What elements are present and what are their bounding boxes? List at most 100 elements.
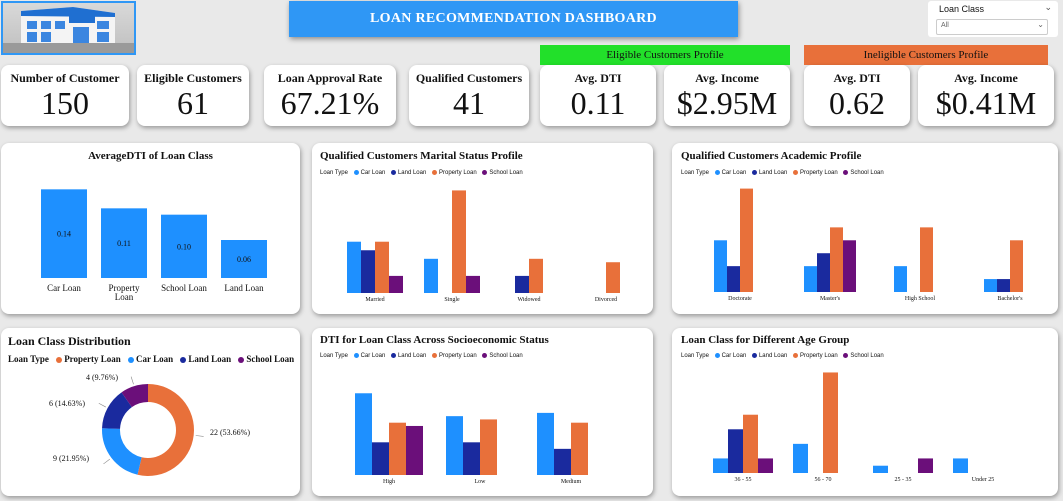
kpi-value: $0.41M	[935, 85, 1037, 121]
x-tick-label: Loan	[115, 292, 134, 302]
bar	[918, 458, 933, 473]
kpi-ineligible-avg-dti: Avg. DTI 0.62	[804, 65, 910, 126]
slicer-value: All	[941, 22, 949, 29]
company-logo	[1, 1, 136, 55]
leader-line	[103, 458, 111, 465]
kpi-label: Avg. DTI	[574, 71, 622, 85]
bar	[389, 275, 403, 293]
bar	[830, 227, 843, 292]
age-group-card: Loan Class for Different Age Group Loan …	[672, 328, 1058, 496]
kpi-eligible-avg-dti: Avg. DTI 0.11	[540, 65, 656, 126]
slicer-dropdown[interactable]: All ⌄	[936, 19, 1048, 35]
bar	[463, 442, 480, 475]
kpi-eligible-customers: Eligible Customers 61	[137, 65, 249, 126]
ineligible-profile-header: Ineligible Customers Profile	[804, 45, 1048, 65]
kpi-value: 41	[453, 85, 485, 121]
bar	[515, 275, 529, 293]
kpi-value: 0.11	[570, 85, 626, 121]
data-label: 0.10	[177, 242, 191, 251]
bar	[355, 393, 372, 475]
bar	[953, 458, 968, 473]
chevron-down-icon[interactable]: ⌄	[1044, 3, 1052, 13]
loan-distribution-card: Loan Class Distribution Loan Type Proper…	[1, 328, 300, 496]
bar	[347, 241, 361, 293]
kpi-label: Number of Customer	[10, 71, 120, 85]
loan-class-slicer[interactable]: Loan Class ⌄ All ⌄	[928, 1, 1058, 37]
bar	[375, 241, 389, 293]
data-label: 0.06	[237, 255, 251, 264]
bar	[480, 419, 497, 475]
bar	[817, 253, 830, 292]
bank-building-icon	[3, 7, 134, 53]
x-tick-label: 56 - 70	[815, 477, 832, 483]
bar	[997, 279, 1010, 292]
x-tick-label: 25 - 35	[895, 477, 912, 483]
bar	[758, 458, 773, 473]
bar	[843, 240, 856, 292]
kpi-value: 150	[41, 85, 89, 121]
data-label: 0.11	[117, 239, 131, 248]
bar	[727, 266, 740, 292]
bar	[984, 279, 997, 292]
data-label: 4 (9.76%)	[86, 373, 118, 382]
leader-line	[130, 376, 134, 385]
bar	[372, 442, 389, 475]
marital-status-chart: Married Single Widowed Divorced	[347, 190, 620, 303]
bar	[452, 190, 466, 293]
bar	[529, 258, 543, 293]
kpi-value: $2.95M	[676, 85, 778, 121]
bar	[446, 416, 463, 475]
kpi-approval-rate: Loan Approval Rate 67.21%	[264, 65, 396, 126]
bar	[424, 258, 438, 293]
bar	[554, 448, 571, 475]
bar	[920, 227, 933, 292]
kpi-eligible-avg-income: Avg. Income $2.95M	[664, 65, 790, 126]
bar	[389, 422, 406, 475]
kpi-label: Loan Approval Rate	[277, 71, 383, 85]
bar	[894, 266, 907, 292]
kpi-label: Qualified Customers	[415, 71, 523, 85]
x-tick-label: High School	[905, 296, 936, 302]
bar	[740, 188, 753, 292]
bar	[537, 412, 554, 475]
donut-slice	[101, 428, 142, 475]
bar	[793, 443, 808, 473]
avg-dti-chart: 0.14Car Loan0.11PropertyLoan0.10School L…	[41, 189, 267, 302]
kpi-label: Avg. DTI	[833, 71, 881, 85]
academic-profile-chart: Doctorate Master's High School Bachelor's	[714, 188, 1023, 302]
avg-dti-card: AverageDTI of Loan Class 0.14 Car Loan 0.1…	[1, 143, 300, 314]
age-group-chart: 36 - 55 56 - 70 25 - 35 Under 25	[713, 372, 994, 483]
bar	[713, 458, 728, 473]
kpi-value: 61	[177, 85, 209, 121]
x-tick-label: Bachelor's	[997, 296, 1023, 302]
kpi-qualified-customers: Qualified Customers 41	[409, 65, 529, 126]
loan-distribution-chart: 22 (53.66%) 9 (21.95%) 6 (14.63%) 4 (9.76%)	[49, 373, 250, 476]
eligible-profile-header: Eligible Customers Profile	[540, 45, 790, 65]
bar	[728, 429, 743, 473]
bar	[714, 240, 727, 292]
kpi-ineligible-avg-income: Avg. Income $0.41M	[918, 65, 1054, 126]
bar	[571, 422, 588, 475]
data-label: 0.14	[57, 230, 71, 239]
x-tick-label: Master's	[820, 296, 841, 302]
x-tick-label: Single	[444, 297, 460, 303]
x-tick-label: Land Loan	[224, 283, 264, 293]
kpi-label: Avg. Income	[695, 71, 759, 85]
x-tick-label: Medium	[561, 479, 582, 485]
leader-line	[98, 402, 106, 408]
bar	[406, 425, 423, 475]
socioeconomic-chart: High Low Medium	[355, 393, 588, 485]
kpi-number-of-customer: Number of Customer 150	[1, 65, 129, 126]
dashboard-title: LOAN RECOMMENDATION DASHBOARD	[289, 1, 738, 37]
marital-status-card: Qualified Customers Marital Status Profi…	[312, 143, 653, 314]
bar	[873, 465, 888, 473]
bar	[606, 262, 620, 293]
x-tick-label: Doctorate	[728, 296, 752, 302]
bar	[466, 275, 480, 293]
data-label: 22 (53.66%)	[210, 428, 250, 437]
socioeconomic-card: DTI for Loan Class Across Socioeconomic …	[312, 328, 653, 496]
x-tick-label: School Loan	[161, 283, 207, 293]
leader-line	[195, 435, 204, 437]
bar	[743, 414, 758, 473]
kpi-label: Avg. Income	[954, 71, 1018, 85]
